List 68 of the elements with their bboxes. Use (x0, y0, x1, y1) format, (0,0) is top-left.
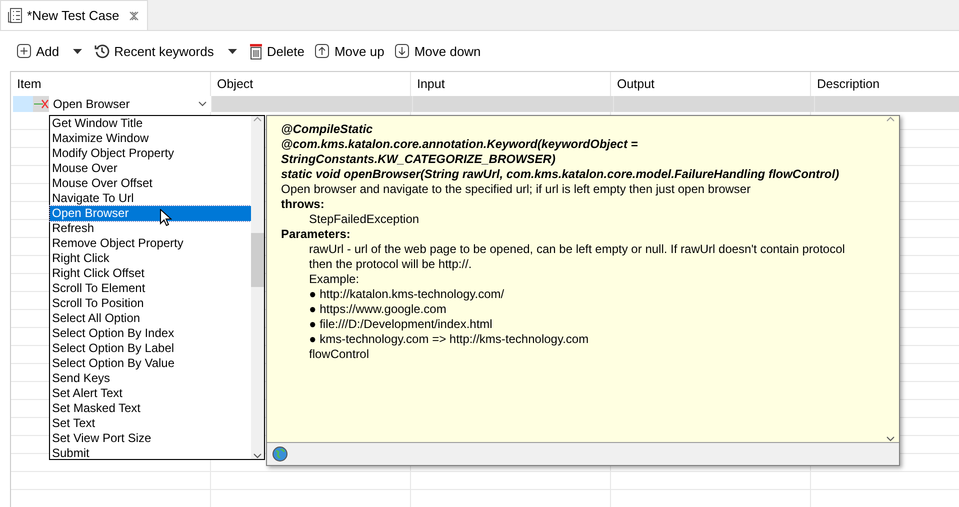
keyword-option[interactable]: Select Option By Index (50, 326, 251, 341)
keyword-option[interactable]: Submit (50, 446, 251, 461)
table-cell[interactable] (412, 96, 613, 112)
table-cell[interactable] (613, 96, 814, 112)
doc-line: throws: (281, 197, 326, 212)
doc-line: Open browser and navigate to the specified url; if url is left empty then just open browser (281, 182, 752, 197)
scroll-down-icon[interactable] (253, 453, 262, 459)
keyword-option[interactable]: Select All Option (50, 311, 251, 326)
trash-icon (248, 42, 263, 60)
plus-icon (16, 43, 32, 59)
doc-line: Example: (308, 272, 360, 287)
keyword-option[interactable]: Send Keys (50, 371, 251, 386)
doc-line: rawUrl - url of the web page to be opened, can be left empty or null. If rawUrl doesn't contain protocol (308, 242, 846, 257)
scroll-down-icon[interactable] (886, 436, 895, 442)
table-cell[interactable] (814, 96, 959, 112)
scroll-up-icon[interactable] (253, 116, 262, 122)
doc-line: ● kms-technology.com => http://kms-technology.com (308, 332, 590, 347)
keyword-option[interactable]: Modify Object Property (50, 146, 251, 161)
doc-line: @CompileStatic (281, 122, 374, 137)
toolbar-button[interactable]: Add (14, 41, 62, 61)
failed-step-icon (33, 96, 49, 112)
doc-line: then the protocol will be http://. (308, 257, 473, 272)
keyword-option[interactable]: Right Click (50, 251, 251, 266)
keyword-option[interactable]: Set Alert Text (50, 386, 251, 401)
doc-line: static void openBrowser(String rawUrl, com.kms.katalon.core.model.FailureHandling flowControl) (281, 167, 840, 182)
editor-tab[interactable]: *New Test Case (0, 0, 148, 30)
doc-line: ● https://www.google.com (308, 302, 448, 317)
keyword-option[interactable]: Navigate To Url (50, 191, 251, 206)
keyword-option[interactable]: Mouse Over Offset (50, 176, 251, 191)
keyword-option[interactable]: Scroll To Position (50, 296, 251, 311)
table-cell[interactable] (211, 96, 412, 112)
toolbar-button[interactable]: Recent keywords (92, 41, 216, 61)
doc-line: ● http://katalon.kms-technology.com/ (308, 287, 506, 302)
keyword-option[interactable]: Right Click Offset (50, 266, 251, 281)
test-case-icon (8, 8, 22, 23)
keyword-option[interactable]: Get Window Title (50, 116, 251, 131)
keyword-option[interactable]: Select Option By Value (50, 356, 251, 371)
keyword-option[interactable]: Mouse Over (50, 161, 251, 176)
keyword-option[interactable]: Open Browser (50, 206, 251, 221)
caret-icon[interactable] (73, 48, 82, 54)
keyword-option[interactable]: Set Masked Text (50, 401, 251, 416)
doc-line: StringConstants.KW_CATEGORIZE_BROWSER) (281, 152, 556, 167)
doc-line: Parameters: (281, 227, 352, 242)
history-icon (94, 43, 110, 59)
row-selection-marker[interactable] (13, 96, 33, 112)
toolbar-button[interactable]: Move up (312, 41, 386, 61)
keyword-option[interactable]: Select Option By Label (50, 341, 251, 356)
scroll-up-icon[interactable] (886, 116, 895, 122)
info-globe-icon[interactable] (272, 446, 288, 462)
keyword-option[interactable]: Set Text (50, 416, 251, 431)
doc-line: @com.kms.katalon.core.annotation.Keyword(keywordObject = (281, 137, 639, 152)
column-header[interactable]: Description (811, 72, 959, 96)
toolbar-button[interactable]: Move down (392, 41, 483, 61)
keyword-option[interactable]: Set View Port Size (50, 431, 251, 446)
mouse-cursor-icon (160, 209, 172, 227)
keyword-option[interactable]: Remove Object Property (50, 236, 251, 251)
close-icon[interactable] (129, 10, 140, 20)
scrollbar-thumb[interactable] (251, 233, 264, 287)
keyword-option[interactable]: Refresh (50, 221, 251, 236)
keyword-option[interactable]: Scroll To Element (50, 281, 251, 296)
toolbar-button[interactable]: Delete (246, 40, 306, 62)
doc-line: flowControl (308, 347, 370, 362)
keyword-option[interactable]: Maximize Window (50, 131, 251, 146)
doc-line: StepFailedException (308, 212, 420, 227)
doc-line: ● file:///D:/Development/index.html (308, 317, 494, 332)
chevron-down-icon[interactable] (198, 101, 207, 107)
caret-icon[interactable] (228, 48, 237, 54)
tab-title: *New Test Case (27, 8, 120, 23)
